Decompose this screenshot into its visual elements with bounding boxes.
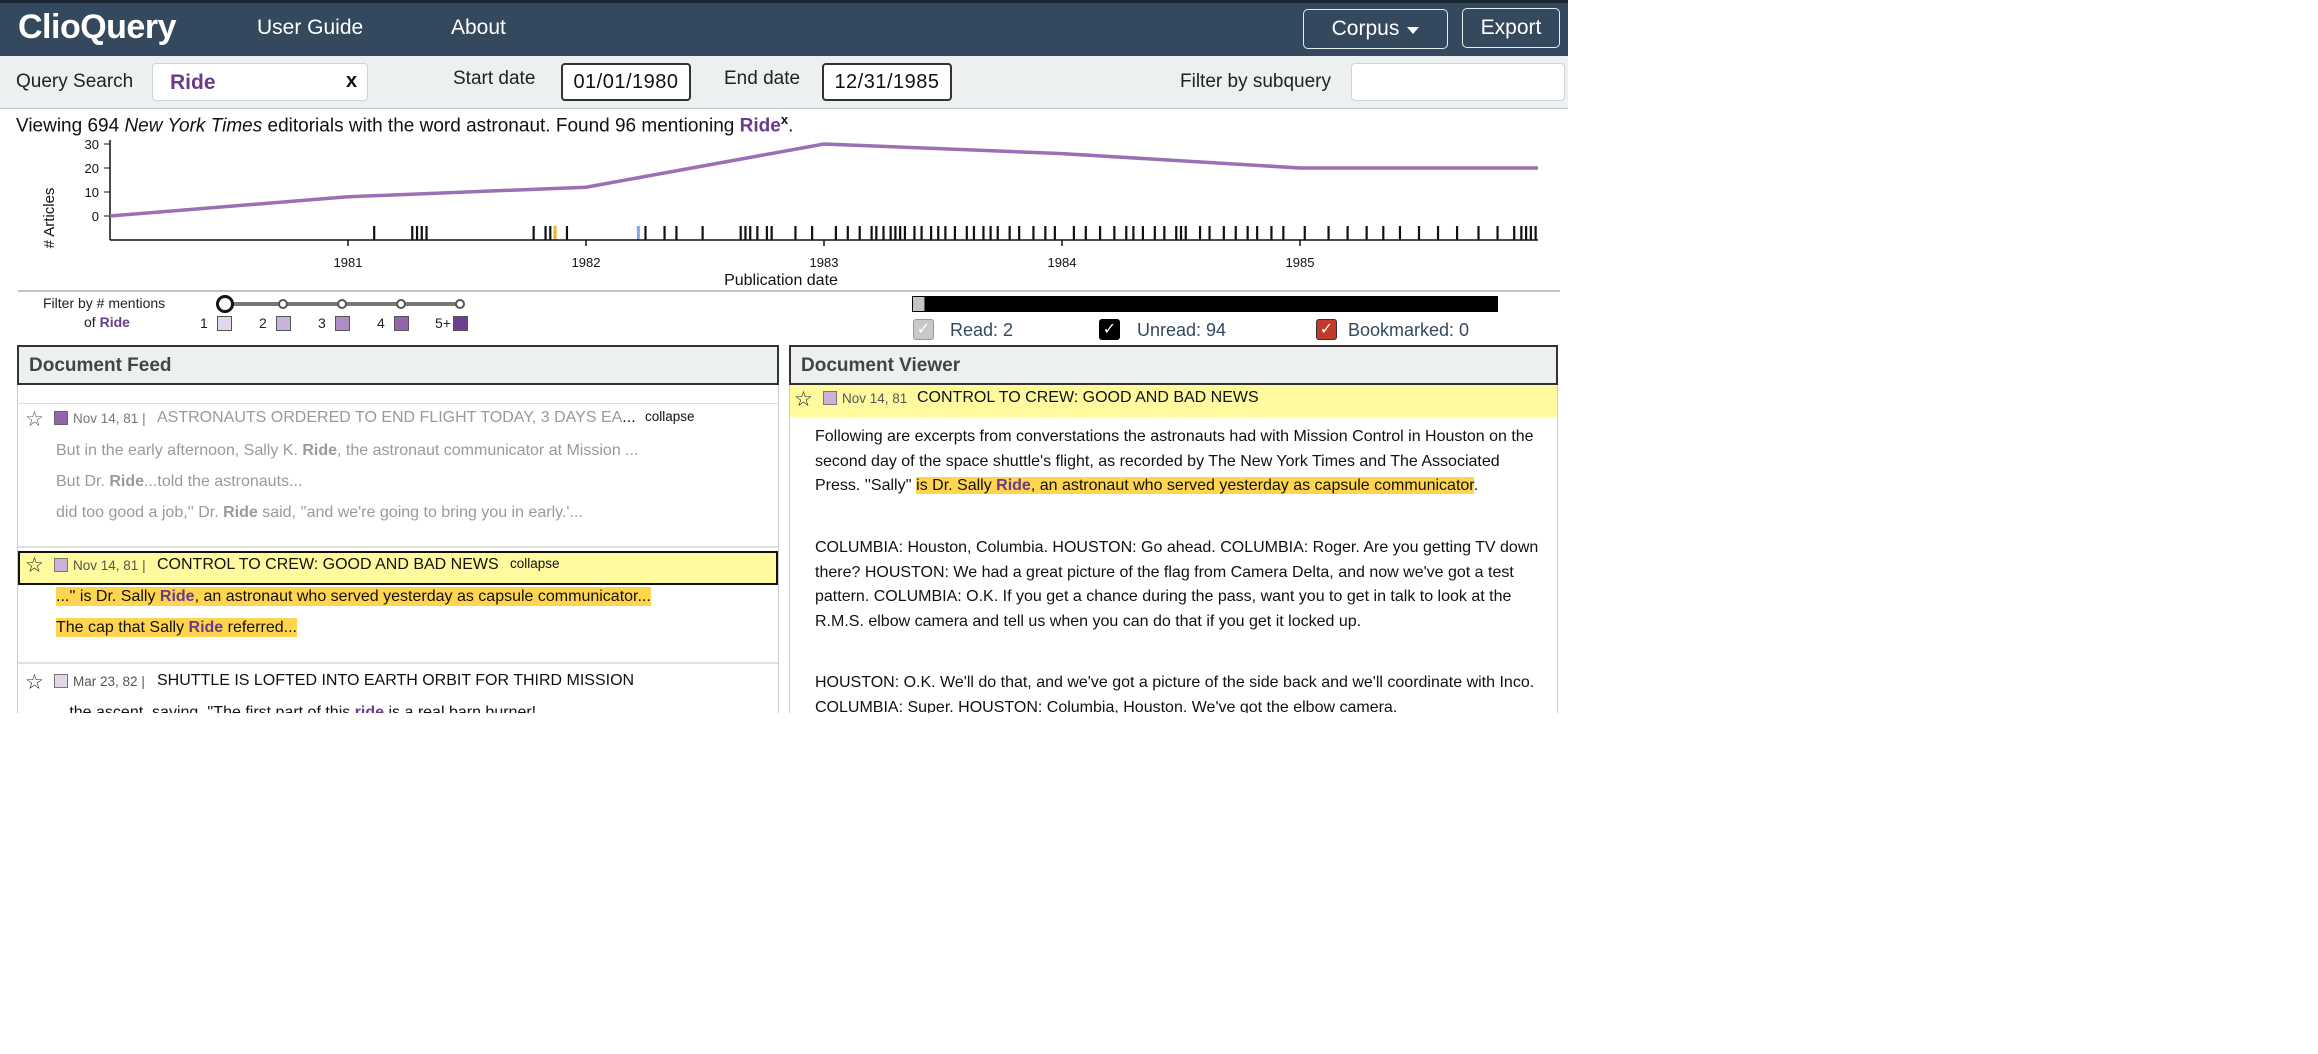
feed-item[interactable]: ☆ Mar 23, 82 | SHUTTLE IS LOFTED INTO EA…: [18, 666, 778, 713]
viewer-paragraph: HOUSTON: O.K. We'll do that, and we've g…: [815, 674, 1535, 713]
y-tick-label: 20: [85, 161, 99, 176]
item-headline[interactable]: ASTRONAUTS ORDERED TO END FLIGHT TODAY, …: [157, 409, 636, 427]
results-summary: Viewing 694 New York Times editorials wi…: [16, 112, 793, 137]
mention-count-swatch: [54, 674, 68, 688]
bookmark-star-icon[interactable]: ☆: [25, 670, 44, 695]
articles-series-line[interactable]: [109, 142, 1538, 218]
x-axis-label: Publication date: [724, 272, 838, 289]
item-date: Nov 14, 81 |: [73, 558, 146, 573]
snippet: But Dr. Ride...told the astronauts...: [56, 473, 303, 490]
mention-count-swatch: [823, 391, 837, 405]
snippet: ...the ascent, saying, ''The first part …: [56, 704, 537, 713]
collapse-link[interactable]: collapse: [510, 556, 560, 571]
x-axis: 1981 1982 1983 1984 1985: [334, 240, 1315, 270]
read-check-icon[interactable]: ✓: [913, 319, 934, 340]
viewer-headline: CONTROL TO CREW: GOOD AND BAD NEWS: [917, 389, 1259, 406]
x-tick-label: 1982: [572, 255, 601, 270]
nav-link-user-guide[interactable]: User Guide: [257, 16, 363, 40]
clear-query-icon[interactable]: x: [346, 70, 357, 93]
x-tick-label: 1981: [334, 255, 363, 270]
level-2-label: 2: [259, 315, 267, 331]
item-headline[interactable]: SHUTTLE IS LOFTED INTO EARTH ORBIT FOR T…: [157, 672, 634, 690]
x-tick-label: 1985: [1286, 255, 1315, 270]
read-progress-fill: [913, 297, 925, 311]
level-5-swatch: [453, 316, 468, 331]
y-tick-label: 10: [85, 185, 99, 200]
item-headline[interactable]: CONTROL TO CREW: GOOD AND BAD NEWS: [157, 556, 499, 574]
export-button[interactable]: Export: [1462, 8, 1560, 48]
summary-middle: editorials with the word astronaut. Foun…: [262, 115, 740, 137]
slider-stop-3[interactable]: [337, 299, 347, 309]
x-tick-label: 1983: [810, 255, 839, 270]
x-tick-label: 1984: [1048, 255, 1077, 270]
slider-stop-4[interactable]: [396, 299, 406, 309]
mentions-filter-keyword: Ride: [99, 314, 130, 330]
level-1-label: 1: [200, 315, 208, 331]
y-axis: 30 20 10 0: [85, 137, 111, 240]
query-search-input[interactable]: Ride x: [152, 63, 368, 101]
snippet: ...'' is Dr. Sally Ride, an astronaut wh…: [56, 587, 651, 606]
level-4-swatch: [394, 316, 409, 331]
y-axis-label: # Articles: [41, 188, 58, 249]
summary-prefix: Viewing 694: [16, 115, 125, 137]
y-tick-label: 30: [85, 137, 99, 152]
chevron-down-icon: [1407, 26, 1420, 34]
slider-stop-2[interactable]: [278, 299, 288, 309]
viewer-date: Nov 14, 81: [842, 391, 908, 406]
mentions-filter-of: of: [84, 314, 100, 330]
section-divider: [18, 290, 1560, 292]
mentions-filter-label: Filter by # mentions: [43, 295, 166, 311]
start-date-label: Start date: [453, 68, 536, 89]
subquery-input[interactable]: [1351, 63, 1565, 101]
start-date-input[interactable]: 01/01/1980: [561, 63, 691, 101]
mention-count-swatch: [54, 558, 68, 572]
bookmarked-check-icon[interactable]: ✓: [1316, 319, 1337, 340]
corpus-label: Corpus: [1331, 17, 1400, 40]
y-tick-label: 0: [92, 209, 99, 224]
corpus-dropdown-button[interactable]: Corpus: [1303, 9, 1448, 49]
subquery-label: Filter by subquery: [1180, 71, 1332, 92]
feed-spacer: [18, 386, 778, 400]
snippet: But in the early afternoon, Sally K. Rid…: [56, 442, 639, 459]
read-progress-bar: [912, 296, 1498, 312]
snippet: The cap that Sally Ride referred...: [56, 618, 297, 637]
remove-keyword-icon[interactable]: x: [781, 112, 788, 127]
mentions-filter-label-2: of Ride: [84, 314, 130, 330]
level-4-label: 4: [377, 315, 385, 331]
app-brand[interactable]: ClioQuery: [18, 8, 176, 47]
article-rug-marks: [373, 226, 1537, 240]
unread-count: Unread: 94: [1137, 320, 1227, 340]
level-3-label: 3: [318, 315, 326, 331]
nav-link-about[interactable]: About: [451, 16, 506, 40]
item-date: Mar 23, 82 |: [73, 674, 145, 689]
mentions-slider-handle[interactable]: [216, 295, 234, 313]
level-5-label: 5+: [435, 315, 451, 331]
bookmark-star-icon[interactable]: ☆: [25, 553, 44, 578]
bookmarked-count: Bookmarked: 0: [1348, 320, 1470, 340]
mention-count-swatch: [54, 411, 68, 425]
slider-stop-5[interactable]: [455, 299, 465, 309]
summary-keyword: Ride: [739, 115, 781, 137]
summary-source: New York Times: [124, 115, 263, 137]
bookmark-star-icon[interactable]: ☆: [25, 407, 44, 432]
end-date-label: End date: [724, 68, 801, 89]
document-feed-title: Document Feed: [17, 345, 779, 385]
document-viewer-title: Document Viewer: [789, 345, 1558, 385]
level-1-swatch: [217, 316, 232, 331]
query-search-label: Query Search: [16, 71, 134, 92]
level-2-swatch: [276, 316, 291, 331]
level-3-swatch: [335, 316, 350, 331]
bookmark-star-icon[interactable]: ☆: [794, 387, 813, 412]
item-date: Nov 14, 81 |: [73, 411, 146, 426]
summary-suffix: .: [788, 115, 794, 137]
viewer-paragraph: COLUMBIA: Houston, Columbia. HOUSTON: Go…: [815, 539, 1539, 630]
query-search-value: Ride: [170, 71, 216, 94]
collapse-link[interactable]: collapse: [645, 409, 695, 424]
snippet: did too good a job,'' Dr. Ride said, ''a…: [56, 504, 583, 521]
viewer-paragraph: Following are excerpts from converstatio…: [815, 428, 1534, 494]
unread-check-icon[interactable]: ✓: [1099, 319, 1120, 340]
end-date-input[interactable]: 12/31/1985: [822, 63, 952, 101]
read-count: Read: 2: [950, 320, 1014, 340]
timeline-chart: # Articles 3020100 1981 1982 1983 1984 1985 …: [41, 137, 1538, 289]
